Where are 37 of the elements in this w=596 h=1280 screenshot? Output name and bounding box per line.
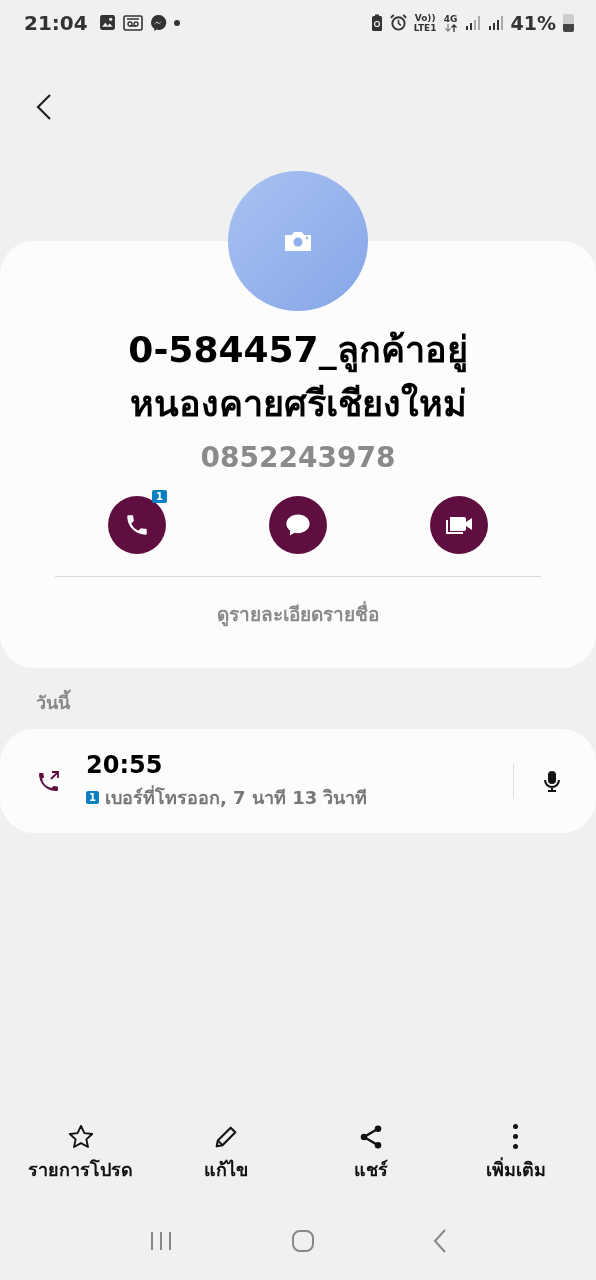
call-detail: เบอร์ที่โทรออก, 7 นาที 13 วินาที xyxy=(104,784,368,810)
gallery-icon xyxy=(98,14,116,31)
outgoing-call-icon xyxy=(37,769,61,793)
alarm-icon xyxy=(389,14,407,31)
battery-icon xyxy=(563,13,574,32)
status-time: 21:04 xyxy=(24,10,88,35)
message-button[interactable] xyxy=(269,496,327,554)
volte-label: Vo)) xyxy=(414,12,436,23)
call-time: 20:55 xyxy=(86,750,164,779)
data-arrows-icon xyxy=(443,23,458,32)
more-button[interactable]: เพิ่มเติม xyxy=(450,1123,581,1184)
favorite-button[interactable]: รายการโปรด xyxy=(15,1123,146,1184)
phone-icon xyxy=(124,512,150,538)
edit-button[interactable]: แก้ไข xyxy=(160,1123,291,1184)
notification-dot-icon xyxy=(173,19,180,26)
sim-badge: 1 xyxy=(152,490,167,503)
more-icon xyxy=(513,1124,518,1149)
call-log-card[interactable]: 20:55 1 เบอร์ที่โทรออก, 7 นาที 13 วินาที xyxy=(0,729,596,833)
voicemail-icon xyxy=(122,14,143,31)
battery-saver-icon xyxy=(370,13,383,32)
star-icon xyxy=(66,1123,95,1151)
network-label: 4G xyxy=(443,13,458,24)
signal-icon xyxy=(464,14,481,31)
signal-icon xyxy=(487,14,504,31)
section-heading: วันนี้ xyxy=(0,668,596,727)
sim-badge: 1 xyxy=(86,790,99,804)
home-icon[interactable] xyxy=(291,1229,315,1253)
camera-icon xyxy=(283,230,313,252)
recent-apps-icon[interactable] xyxy=(149,1231,173,1251)
video-call-button[interactable] xyxy=(430,496,488,554)
back-icon[interactable] xyxy=(433,1229,447,1253)
share-button[interactable]: แชร์ xyxy=(305,1123,436,1184)
messenger-icon xyxy=(149,14,167,31)
contact-name: 0-584457_ลูกค้าอยู่หนองคายศรีเชียงใหม่ xyxy=(127,328,469,426)
phone-number: 0852243978 xyxy=(200,441,396,474)
battery-percent: 41% xyxy=(510,11,556,34)
lte-label: LTE1 xyxy=(413,22,437,33)
